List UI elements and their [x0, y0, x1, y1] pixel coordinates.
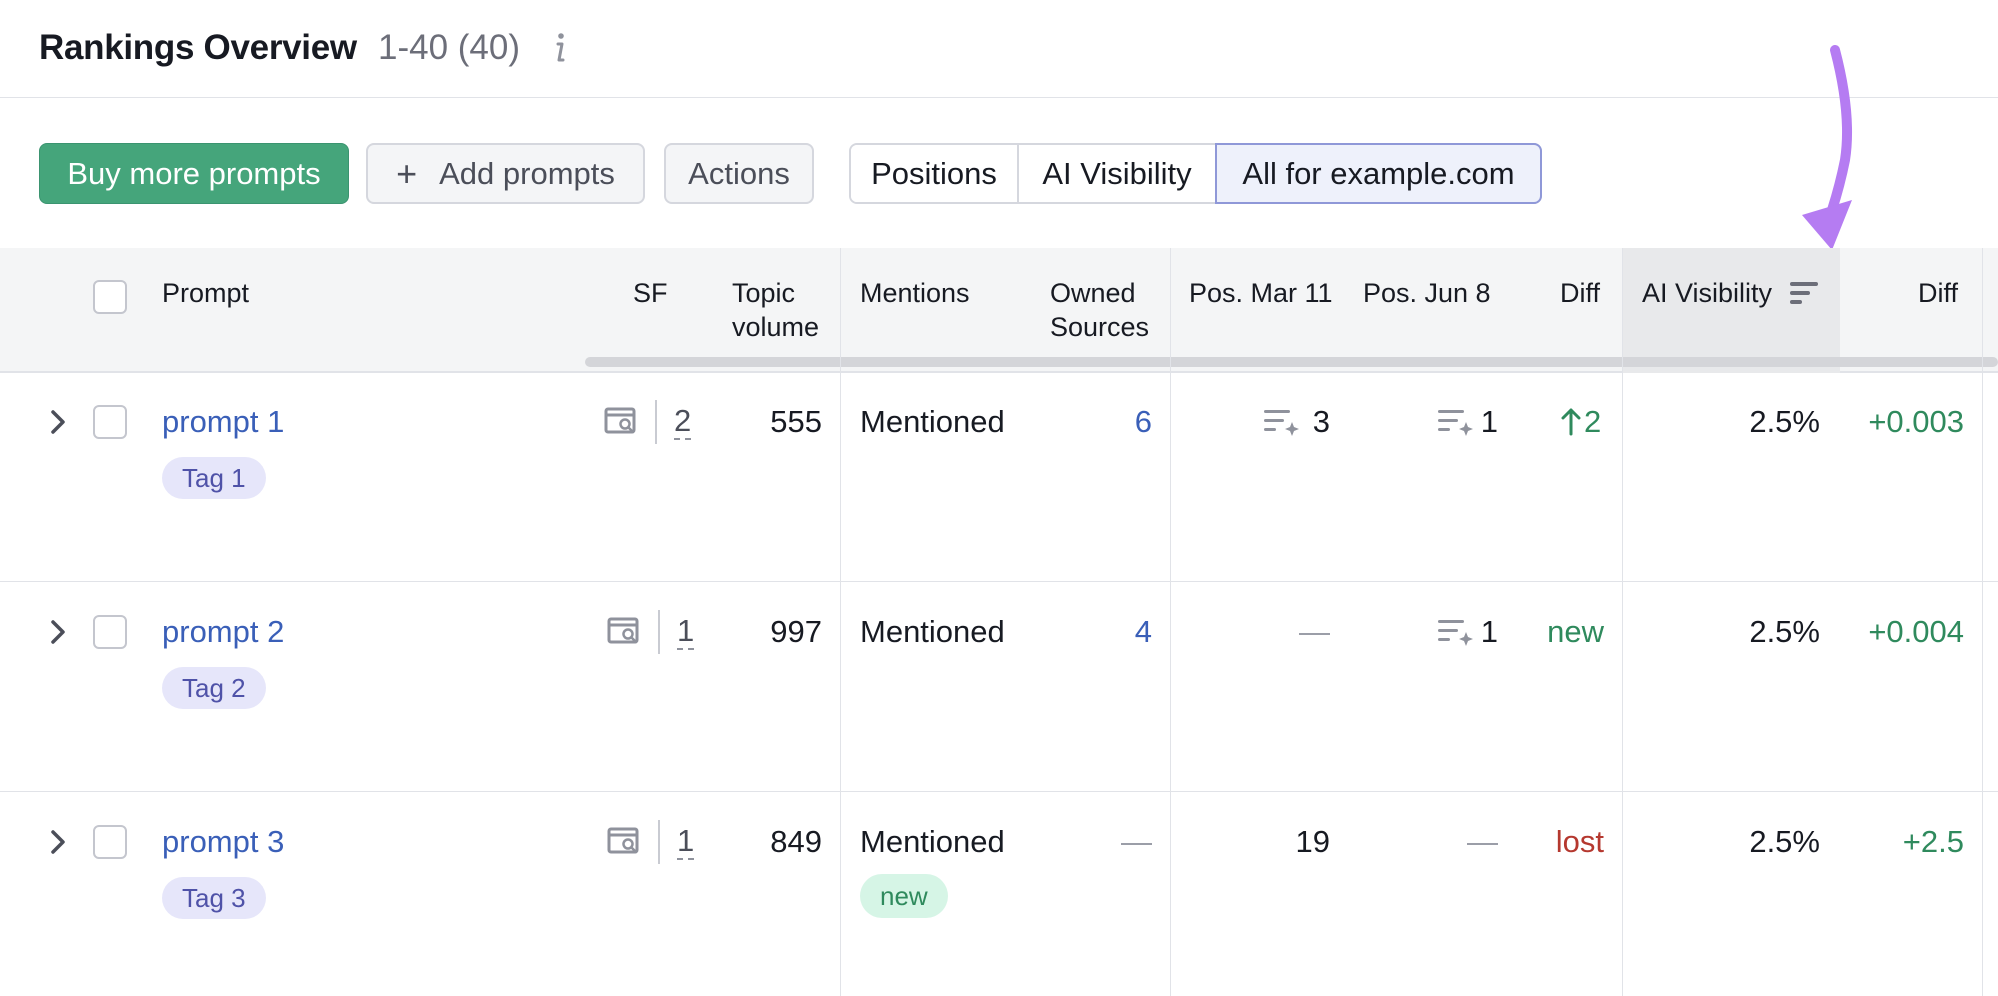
row-divider: [0, 791, 1998, 792]
add-prompts-label: Add prompts: [439, 155, 615, 191]
position-diff: new: [1547, 614, 1604, 649]
segment-positions[interactable]: Positions: [851, 145, 1019, 202]
segment-all-for-domain[interactable]: All for example.com: [1215, 143, 1542, 204]
column-header-owned-sources[interactable]: Owned Sources: [1050, 276, 1149, 344]
segment-ai-visibility[interactable]: AI Visibility: [1019, 145, 1215, 202]
column-header-diff[interactable]: Diff: [1560, 276, 1600, 310]
chevron-right-icon[interactable]: [48, 828, 68, 856]
prompt-link[interactable]: prompt 1: [162, 404, 284, 440]
ai-visibility-value: 2.5%: [1749, 824, 1820, 859]
position-jun: 1: [1480, 404, 1498, 439]
horizontal-scrollbar[interactable]: [585, 357, 1998, 367]
column-divider: [1170, 248, 1171, 996]
column-header-topic-volume-line1: Topic: [732, 278, 796, 308]
prompt-link[interactable]: prompt 2: [162, 614, 284, 650]
ai-overview-icon: [1264, 410, 1299, 436]
chevron-right-icon[interactable]: [48, 618, 68, 646]
sf-count[interactable]: 2: [674, 404, 692, 440]
sf-count[interactable]: 1: [677, 824, 695, 860]
column-header-topic-volume[interactable]: Topic volume: [732, 276, 819, 344]
buy-more-prompts-button[interactable]: Buy more prompts: [39, 143, 349, 204]
serp-feature-icon[interactable]: [607, 826, 641, 856]
mentions-status: Mentioned: [860, 404, 1005, 439]
column-header-pos-jun[interactable]: Pos. Jun 8: [1363, 276, 1491, 310]
position-mar: 3: [1312, 404, 1330, 439]
ai-overview-icon: [1438, 410, 1473, 436]
chevron-right-icon[interactable]: [48, 408, 68, 436]
column-header-pos-mar[interactable]: Pos. Mar 11: [1189, 276, 1333, 310]
topic-volume: 997: [770, 614, 822, 649]
owned-sources-link[interactable]: 6: [1060, 404, 1152, 440]
row-checkbox[interactable]: [93, 405, 127, 439]
serp-feature-icon[interactable]: [604, 406, 638, 436]
sorted-column-highlight: [1622, 248, 1840, 373]
column-divider: [840, 248, 841, 996]
sf-separator: [655, 400, 657, 444]
results-range: 1-40 (40): [378, 28, 521, 67]
column-divider: [1622, 248, 1623, 996]
position-mar: —: [1299, 614, 1330, 649]
new-mention-badge: new: [860, 874, 948, 918]
column-header-ai-visibility[interactable]: AI Visibility: [1642, 276, 1772, 310]
arrow-up-icon: [1561, 408, 1581, 436]
column-header-topic-volume-line2: volume: [732, 312, 820, 342]
view-segmented-control: Positions AI Visibility All for example.…: [849, 143, 1542, 204]
position-diff: 2: [1584, 404, 1602, 439]
row-checkbox[interactable]: [93, 615, 127, 649]
sf-separator: [658, 610, 660, 654]
tag-badge[interactable]: Tag 2: [162, 667, 266, 709]
column-header-owned-line2: Sources: [1050, 312, 1150, 342]
ai-visibility-value: 2.5%: [1749, 614, 1820, 649]
column-header-diff-2[interactable]: Diff: [1918, 276, 1958, 310]
add-prompts-button[interactable]: + Add prompts: [366, 143, 645, 204]
mentions-status: Mentioned: [860, 614, 1005, 649]
plus-icon: +: [396, 152, 418, 194]
position-jun: 1: [1480, 614, 1498, 649]
position-diff: lost: [1555, 824, 1604, 859]
select-all-checkbox[interactable]: [93, 280, 127, 314]
row-checkbox[interactable]: [93, 825, 127, 859]
page-title: Rankings Overview: [39, 28, 357, 67]
topic-volume: 849: [770, 824, 822, 859]
annotation-arrow-icon: [1802, 45, 1853, 250]
prompt-link[interactable]: prompt 3: [162, 824, 284, 860]
serp-feature-icon[interactable]: [607, 616, 641, 646]
column-header-prompt[interactable]: Prompt: [162, 276, 249, 310]
topic-volume: 555: [770, 404, 822, 439]
column-divider: [1982, 248, 1983, 996]
info-icon[interactable]: [548, 30, 570, 66]
ai-visibility-diff: +0.004: [1868, 614, 1964, 649]
row-divider: [0, 581, 1998, 582]
actions-button[interactable]: Actions: [664, 143, 814, 204]
sf-count[interactable]: 1: [677, 614, 695, 650]
title-bar: Rankings Overview 1-40 (40): [0, 0, 1998, 98]
owned-sources-link: —: [1121, 824, 1152, 859]
ai-visibility-diff: +2.5: [1902, 824, 1964, 859]
position-jun: —: [1467, 824, 1498, 859]
ai-visibility-value: 2.5%: [1749, 404, 1820, 439]
tag-badge[interactable]: Tag 3: [162, 877, 266, 919]
column-header-mentions[interactable]: Mentions: [860, 276, 970, 310]
sort-descending-icon[interactable]: [1790, 280, 1818, 306]
mentions-status: Mentioned: [860, 824, 1005, 859]
tag-badge[interactable]: Tag 1: [162, 457, 266, 499]
column-header-owned-line1: Owned: [1050, 278, 1136, 308]
ai-overview-icon: [1438, 620, 1473, 646]
column-header-sf[interactable]: SF: [633, 276, 668, 310]
ai-visibility-diff: +0.003: [1868, 404, 1964, 439]
sf-separator: [658, 820, 660, 864]
position-mar: 19: [1295, 824, 1330, 859]
owned-sources-link[interactable]: 4: [1060, 614, 1152, 650]
